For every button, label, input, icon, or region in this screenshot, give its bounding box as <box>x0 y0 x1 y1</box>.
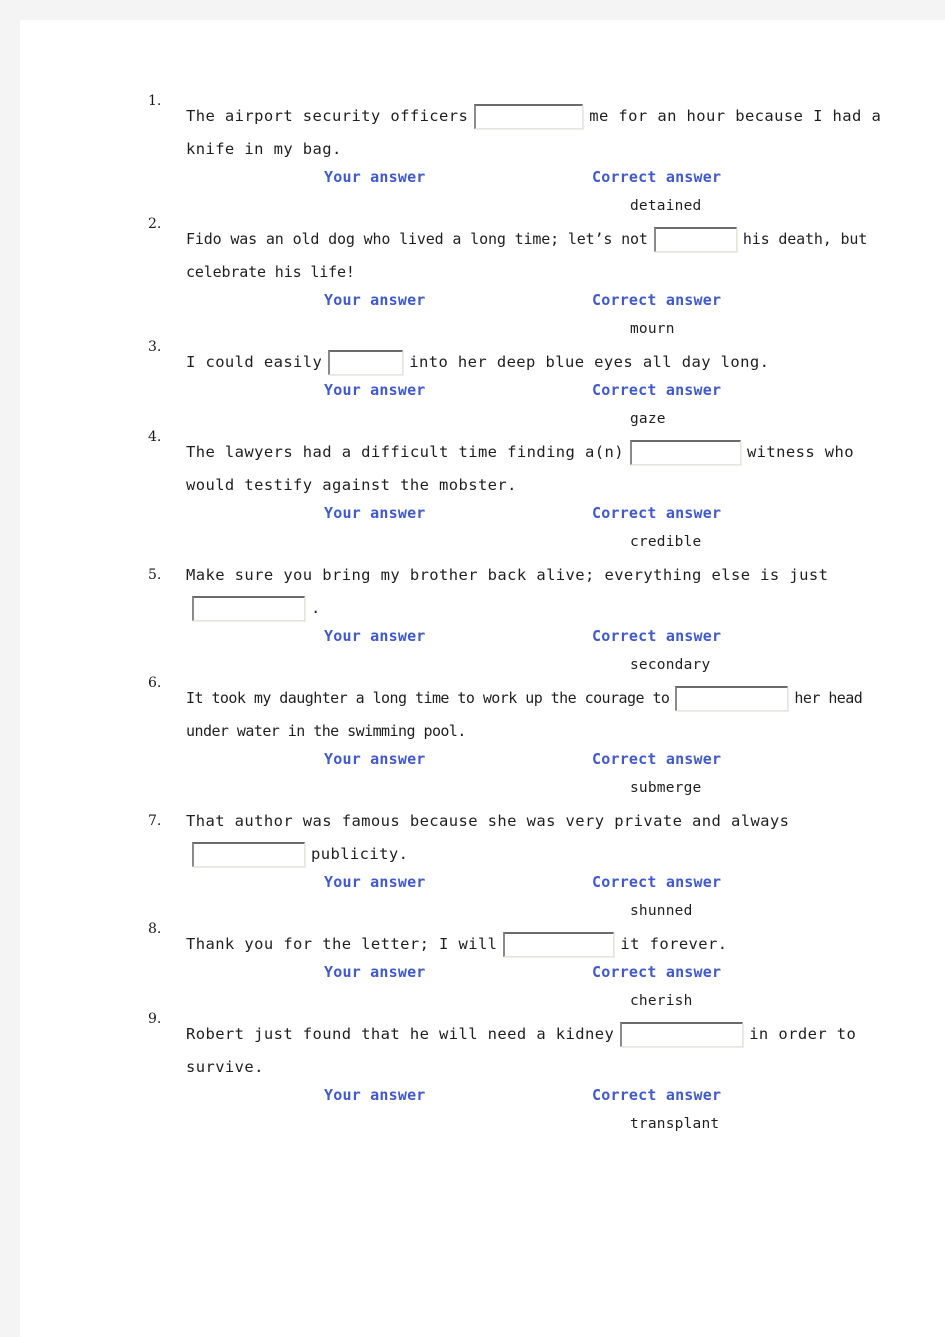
question-number: 6. <box>148 675 162 691</box>
quiz-question-list: 1. The airport security officers me for an… <box>148 93 908 1141</box>
correct-answer-label: Correct answer <box>592 963 722 981</box>
sentence-text: The lawyers had a difficult time finding… <box>186 443 624 461</box>
correct-answer-value: mourn <box>630 321 675 337</box>
question-item: 6. It took my daughter a long time to wor… <box>148 675 908 801</box>
answer-input[interactable] <box>192 842 305 867</box>
correct-answer-value: cherish <box>630 993 693 1009</box>
answer-value-row: mourn <box>186 317 908 342</box>
correct-answer-value: transplant <box>630 1116 720 1132</box>
correct-answer-value: credible <box>630 534 702 550</box>
question-sentence: The airport security officers me for an h… <box>186 100 908 166</box>
answer-header-row: Your answer Correct answer <box>186 750 908 774</box>
question-sentence: I could easily into her deep blue eyes al… <box>186 346 908 379</box>
correct-answer-value: shunned <box>630 903 693 919</box>
answer-value-row: shunned <box>186 899 908 924</box>
question-number: 8. <box>148 921 162 937</box>
correct-answer-label: Correct answer <box>592 381 722 399</box>
your-answer-label: Your answer <box>324 291 426 309</box>
your-answer-label: Your answer <box>324 750 426 768</box>
page-sheet: 1. The airport security officers me for an… <box>20 20 945 1337</box>
answer-input[interactable] <box>192 596 305 621</box>
question-item: 7. That author was famous because she was… <box>148 805 908 924</box>
answer-header-row: Your answer Correct answer <box>186 168 908 192</box>
your-answer-label: Your answer <box>324 381 426 399</box>
sentence-text: it forever. <box>620 935 728 953</box>
question-item: 8. Thank you for the letter; I will it for… <box>148 921 908 1014</box>
answer-input[interactable] <box>328 350 404 375</box>
question-number: 3. <box>148 339 162 355</box>
answer-header-row: Your answer Correct answer <box>186 381 908 405</box>
question-sentence: It took my daughter a long time to work … <box>186 682 908 748</box>
sentence-text: That author was famous because she was v… <box>186 812 790 830</box>
question-sentence: Robert just found that he will need a ki… <box>186 1018 908 1084</box>
question-item: 1. The airport security officers me for an… <box>148 93 908 219</box>
answer-header-row: Your answer Correct answer <box>186 963 908 987</box>
question-number: 7. <box>148 813 162 829</box>
sentence-text: It took my daughter a long time to work … <box>186 689 670 707</box>
answer-value-row: cherish <box>186 989 908 1014</box>
answer-header-row: Your answer Correct answer <box>186 627 908 651</box>
question-item: 4. The lawyers had a difficult time findi… <box>148 429 908 555</box>
correct-answer-label: Correct answer <box>592 168 722 186</box>
answer-value-row: secondary <box>186 653 908 678</box>
your-answer-label: Your answer <box>324 963 426 981</box>
question-item: 9. Robert just found that he will need a … <box>148 1011 908 1137</box>
correct-answer-label: Correct answer <box>592 291 722 309</box>
answer-header-row: Your answer Correct answer <box>186 504 908 528</box>
answer-header-row: Your answer Correct answer <box>186 873 908 897</box>
correct-answer-value: gaze <box>630 411 666 427</box>
answer-input[interactable] <box>503 932 615 957</box>
correct-answer-value: submerge <box>630 780 702 796</box>
your-answer-label: Your answer <box>324 873 426 891</box>
answer-input[interactable] <box>629 440 741 465</box>
question-item: 5. Make sure you bring my brother back al… <box>148 559 908 678</box>
question-sentence: Fido was an old dog who lived a long tim… <box>186 223 908 289</box>
question-item: 2. Fido was an old dog who lived a long t… <box>148 216 908 342</box>
correct-answer-value: detained <box>630 198 702 214</box>
question-sentence: That author was famous because she was v… <box>186 805 908 871</box>
sentence-text: I could easily <box>186 353 323 371</box>
answer-value-row: credible <box>186 530 908 555</box>
sentence-text: Make sure you bring my brother back aliv… <box>186 566 829 584</box>
question-number: 5. <box>148 567 162 583</box>
sentence-text: Fido was an old dog who lived a long tim… <box>186 230 648 248</box>
your-answer-label: Your answer <box>324 504 426 522</box>
question-sentence: Thank you for the letter; I will it forev… <box>186 928 908 961</box>
correct-answer-label: Correct answer <box>592 504 722 522</box>
sentence-text: The airport security officers <box>186 107 469 125</box>
answer-input[interactable] <box>675 686 789 711</box>
sentence-text: into her deep blue eyes all day long. <box>409 353 770 371</box>
correct-answer-label: Correct answer <box>592 627 722 645</box>
answer-input[interactable] <box>474 104 584 129</box>
question-item: 3. I could easily into her deep blue eyes … <box>148 339 908 432</box>
sentence-text: publicity. <box>311 845 409 863</box>
answer-value-row: gaze <box>186 407 908 432</box>
question-number: 4. <box>148 429 162 445</box>
your-answer-label: Your answer <box>324 168 426 186</box>
your-answer-label: Your answer <box>324 627 426 645</box>
question-number: 2. <box>148 216 162 232</box>
sentence-text: . <box>311 599 321 617</box>
answer-value-row: detained <box>186 194 908 219</box>
correct-answer-label: Correct answer <box>592 1086 722 1104</box>
answer-input[interactable] <box>653 227 737 252</box>
sentence-text: Robert just found that he will need a ki… <box>186 1025 615 1043</box>
correct-answer-label: Correct answer <box>592 750 722 768</box>
question-sentence: The lawyers had a difficult time finding… <box>186 436 908 502</box>
answer-value-row: submerge <box>186 776 908 801</box>
correct-answer-label: Correct answer <box>592 873 722 891</box>
answer-header-row: Your answer Correct answer <box>186 291 908 315</box>
answer-input[interactable] <box>620 1022 744 1047</box>
answer-header-row: Your answer Correct answer <box>186 1086 908 1110</box>
sentence-text: Thank you for the letter; I will <box>186 935 498 953</box>
question-number: 9. <box>148 1011 162 1027</box>
correct-answer-value: secondary <box>630 657 711 673</box>
your-answer-label: Your answer <box>324 1086 426 1104</box>
question-sentence: Make sure you bring my brother back aliv… <box>186 559 908 625</box>
question-number: 1. <box>148 93 162 109</box>
answer-value-row: transplant <box>186 1112 908 1137</box>
